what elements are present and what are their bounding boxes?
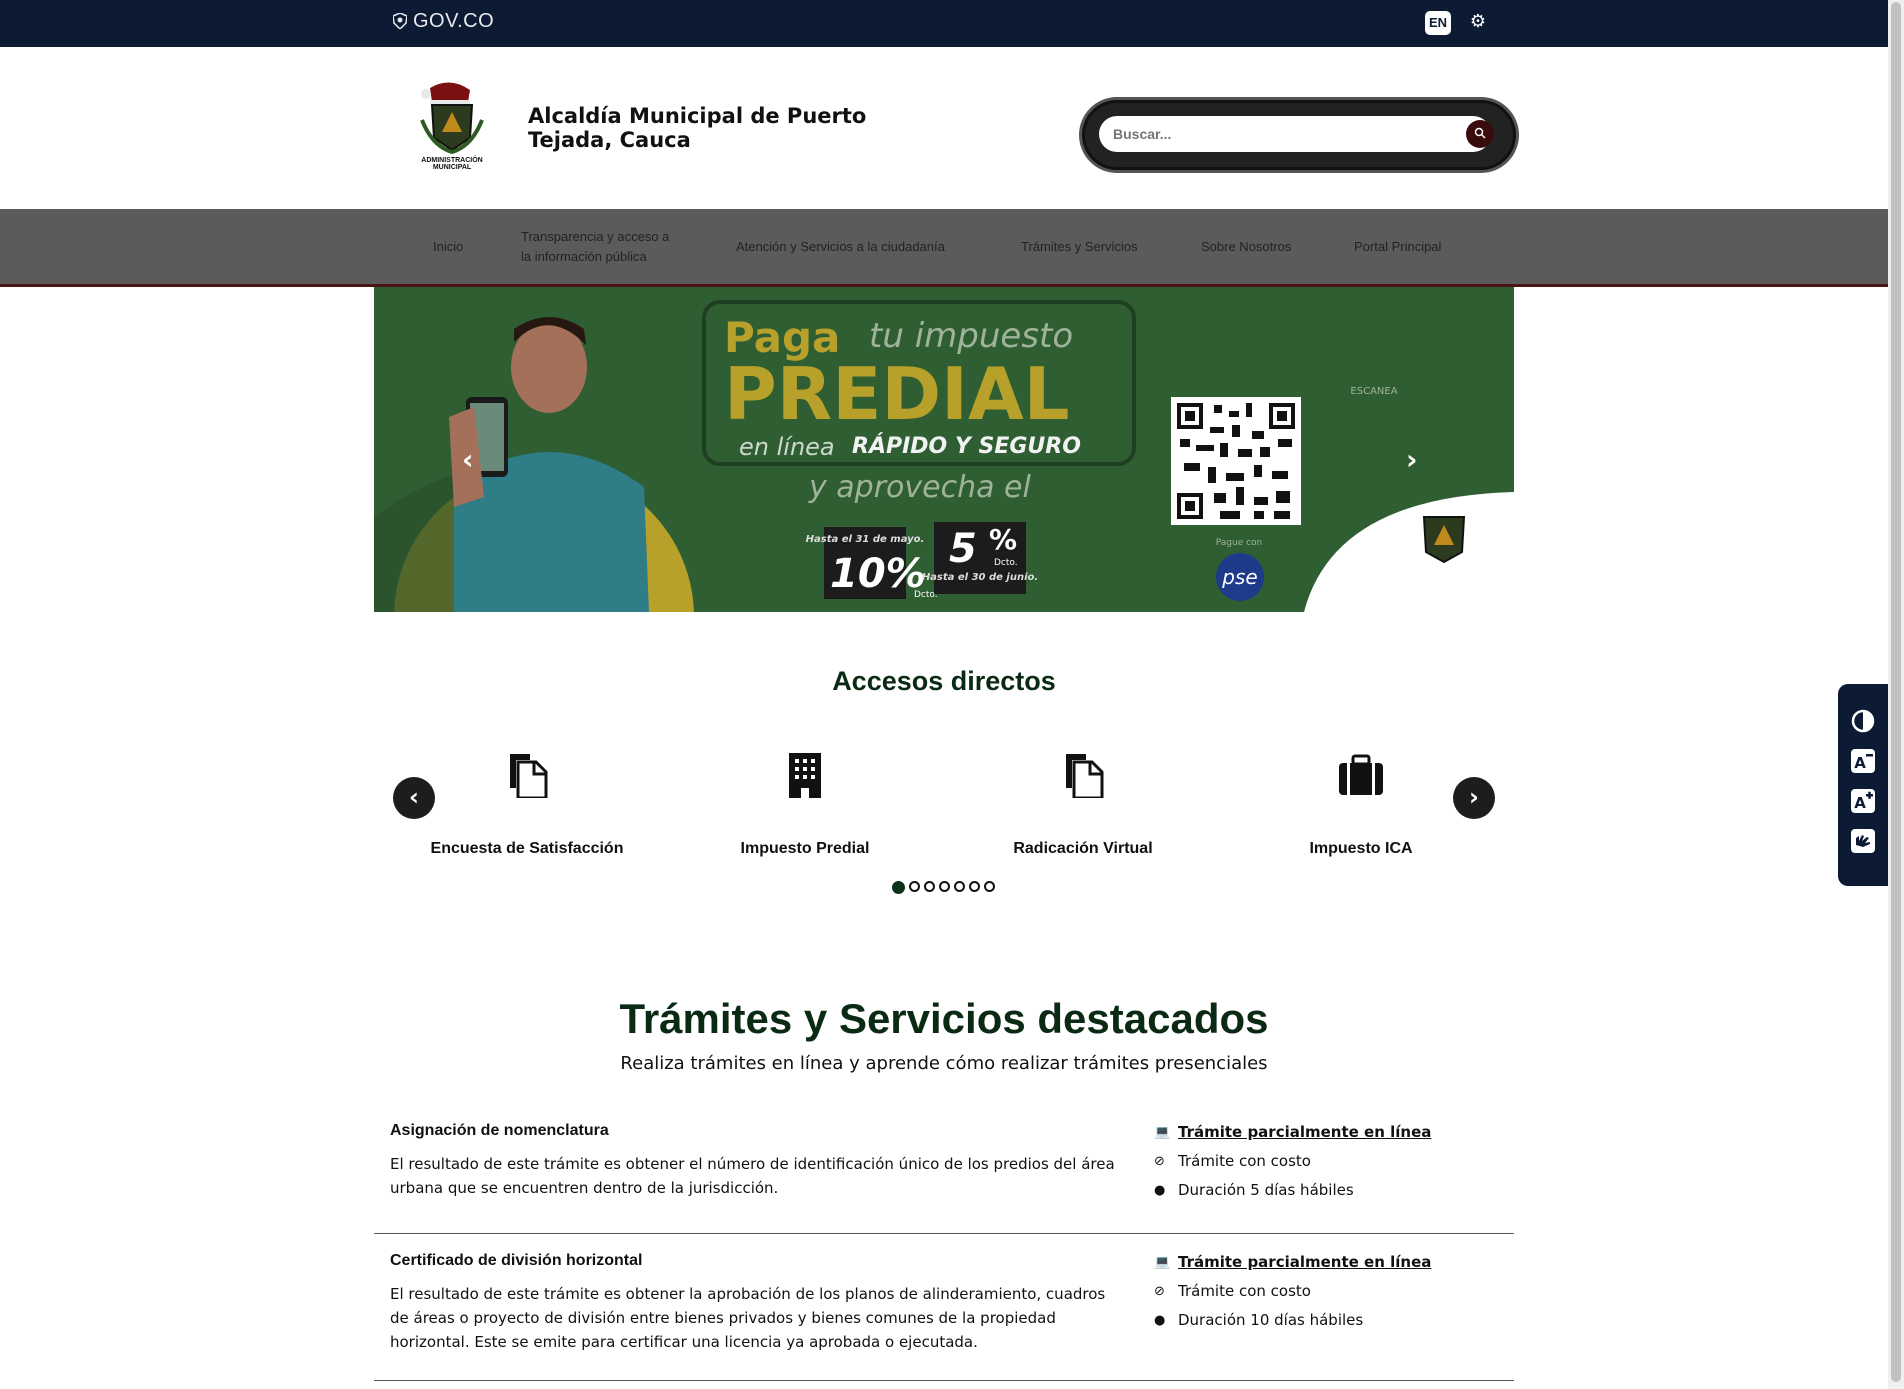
municipal-logo[interactable]: ADMINISTRACIÓN MUNICIPAL [410,80,495,170]
gov-bar: GOV.CO EN ⚙ [0,0,1888,47]
tramite-description: El resultado de este trámite es obtener … [390,1285,1106,1351]
document-icon [1066,754,1104,800]
nav-item-transparencia[interactable]: Transparencia y acceso a la información … [521,209,681,284]
tramite-cost: Trámite con costo [1178,1282,1311,1300]
banner-text-impuesto: tu impuesto [869,316,1073,356]
logo-text-municipal: MUNICIPAL [433,164,472,170]
tramite-duration: Duración 10 días hábiles [1178,1311,1364,1329]
tramite-info: 💻 Trámite parcialmente en línea ⊘ Trámite … [1154,1118,1431,1205]
acceso-label: Encuesta de Satisfacción [430,840,624,857]
nav-item-tramites[interactable]: Trámites y Servicios [1021,209,1138,284]
site-header: ADMINISTRACIÓN MUNICIPAL Alcaldía Munici… [0,47,1888,209]
page-scrollbar[interactable] [1888,0,1904,1389]
banner-artwork: Paga tu impuesto PREDIAL en línea RÁPIDO… [374,287,1514,612]
no-cost-icon: ⊘ [1154,1154,1165,1169]
tramite-duration: Duración 5 días hábiles [1178,1181,1354,1199]
tramite-mode-link[interactable]: Trámite parcialmente en línea [1178,1248,1431,1277]
scrollbar-thumb[interactable] [1891,2,1901,1382]
carousel-dot[interactable] [954,881,965,892]
banner-text-en-linea: en línea [739,433,835,461]
banner-text-5: 5 [949,526,977,572]
svg-text:A: A [1854,754,1866,772]
tramites-subtitle: Realiza trámites en línea y aprende cómo… [620,1053,1268,1074]
banner-text-hasta-mayo: Hasta el 31 de mayo. [806,534,925,545]
tramite-description: El resultado de este trámite es obtener … [390,1155,1115,1197]
gear-icon[interactable]: ⚙ [1467,11,1489,33]
tramite-item[interactable]: Asignación de nomenclatura El resultado … [374,1118,1514,1234]
nav-item-sobre-nosotros[interactable]: Sobre Nosotros [1201,209,1291,284]
gov-co-logo[interactable]: GOV.CO [393,10,494,33]
banner-text-pse: pse [1221,565,1257,589]
laptop-icon: 💻 [1154,1125,1171,1140]
acceso-encuesta[interactable]: Encuesta de Satisfacción [412,752,642,857]
tramite-item[interactable]: Certificado de división horizontal El re… [374,1248,1514,1381]
gov-logo-text: GOV.CO [413,10,495,32]
search-button[interactable] [1466,120,1494,148]
tramite-name[interactable]: Asignación de nomenclatura [390,1122,609,1140]
carousel-dot[interactable] [924,881,935,892]
carousel-dots [892,881,995,897]
banner-text-hasta-junio: Hasta el 30 de junio. [922,572,1038,583]
acceso-predial[interactable]: Impuesto Predial [690,752,920,857]
tramite-name[interactable]: Certificado de división horizontal [390,1252,642,1270]
site-title[interactable]: Alcaldía Municipal de Puerto Tejada, Cau… [528,104,948,152]
banner-text-predial: PREDIAL [724,352,1070,436]
clock-icon: ● [1154,1183,1166,1198]
logo-text-admin: ADMINISTRACIÓN [421,155,482,164]
nav-item-inicio[interactable]: Inicio [433,209,463,284]
carousel-dot[interactable] [984,881,995,892]
clock-icon: ● [1154,1313,1166,1328]
carousel-dot[interactable] [892,881,905,894]
tramites-title: Trámites y Servicios destacados [619,995,1269,1042]
laptop-icon: 💻 [1154,1255,1171,1270]
nav-item-portal[interactable]: Portal Principal [1354,209,1441,284]
acceso-radicacion[interactable]: Radicación Virtual [968,752,1198,857]
tramite-info: 💻 Trámite parcialmente en línea ⊘ Trámite … [1154,1248,1431,1335]
search-box [1085,103,1513,167]
tramite-cost: Trámite con costo [1178,1152,1311,1170]
acceso-label: Impuesto ICA [1309,840,1413,857]
banner-text-10: 10% [830,551,926,597]
nav-item-atencion[interactable]: Atención y Servicios a la ciudadanía [736,209,945,284]
font-increase-icon[interactable]: A [1850,788,1876,814]
briefcase-icon [1339,754,1383,795]
accesos-title: Accesos directos [832,666,1056,696]
banner-text-escanea: ESCANEA [1350,386,1397,397]
no-cost-icon: ⊘ [1154,1284,1165,1299]
building-icon [789,753,821,798]
sign-language-icon[interactable] [1850,828,1876,854]
carousel-dot[interactable] [939,881,950,892]
banner-prev-button[interactable]: ‹ [462,443,474,476]
font-decrease-icon[interactable]: A [1850,748,1876,774]
document-icon [510,754,548,800]
main-nav: Inicio Transparencia y acceso a la infor… [0,209,1888,287]
acceso-label: Impuesto Predial [740,840,870,857]
carousel-dot[interactable] [969,881,980,892]
language-button[interactable]: EN [1425,11,1451,35]
acceso-ica[interactable]: Impuesto ICA [1246,752,1476,857]
accessibility-toolbar: A A [1838,684,1888,886]
svg-text:A: A [1854,794,1866,812]
banner-text-dcto-2: Dcto. [994,558,1018,568]
banner-text-pague-con: Pague con [1216,538,1263,548]
banner-text-aprovecha: y aprovecha el [808,470,1032,505]
carousel-dot[interactable] [909,881,920,892]
hero-banner[interactable]: Paga tu impuesto PREDIAL en línea RÁPIDO… [374,287,1514,612]
acceso-label: Radicación Virtual [1013,840,1153,857]
banner-text-rapido: RÁPIDO Y SEGURO [852,433,1081,459]
gov-shield-icon [393,13,407,29]
tramite-mode-link[interactable]: Trámite parcialmente en línea [1178,1118,1431,1147]
banner-text-5-pct: % [989,523,1017,556]
search-icon [1474,127,1486,139]
search-input[interactable] [1099,116,1491,152]
banner-next-button[interactable]: › [1406,443,1418,476]
contrast-icon[interactable] [1850,708,1876,734]
